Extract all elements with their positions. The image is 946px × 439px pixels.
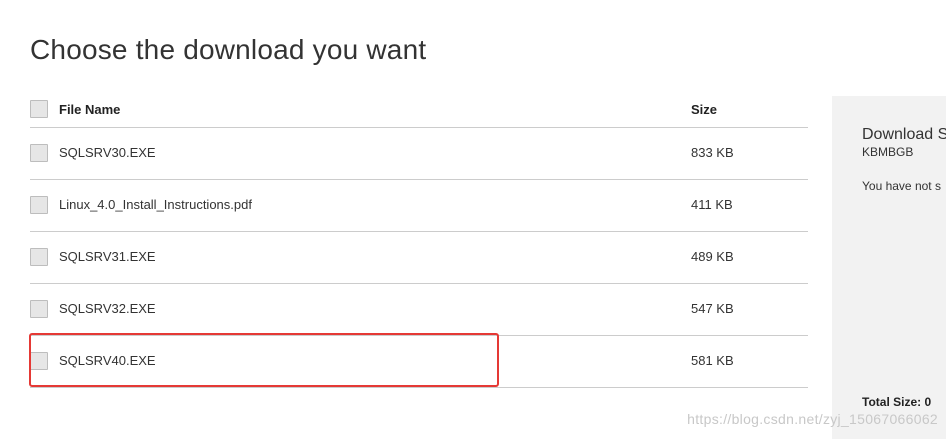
file-checkbox[interactable]	[30, 300, 48, 318]
column-header-size: Size	[691, 102, 718, 117]
file-size: 581 KB	[691, 353, 734, 368]
file-size: 489 KB	[691, 249, 734, 264]
file-name: Linux_4.0_Install_Instructions.pdf	[59, 197, 252, 212]
table-row: SQLSRV40.EXE 581 KB	[30, 336, 808, 388]
file-name: SQLSRV30.EXE	[59, 145, 156, 160]
file-checkbox[interactable]	[30, 144, 48, 162]
download-summary-panel: Download S KBMBGB You have not s Total S…	[832, 96, 946, 439]
select-all-checkbox[interactable]	[30, 100, 48, 118]
file-checkbox[interactable]	[30, 352, 48, 370]
download-table: File Name Size SQLSRV30.EXE 833 KB Linux…	[30, 92, 808, 388]
watermark: https://blog.csdn.net/zyj_15067066062	[687, 411, 938, 427]
summary-title: Download S	[862, 126, 946, 143]
file-size: 833 KB	[691, 145, 734, 160]
table-row: SQLSRV32.EXE 547 KB	[30, 284, 808, 336]
file-size: 411 KB	[691, 197, 733, 212]
table-row: SQLSRV30.EXE 833 KB	[30, 128, 808, 180]
file-name: SQLSRV32.EXE	[59, 301, 156, 316]
column-header-file-name: File Name	[59, 102, 121, 117]
summary-units: KBMBGB	[862, 145, 914, 159]
summary-message: You have not s	[862, 179, 941, 193]
total-size: Total Size: 0	[862, 395, 932, 409]
file-checkbox[interactable]	[30, 196, 48, 214]
file-checkbox[interactable]	[30, 248, 48, 266]
file-size: 547 KB	[691, 301, 734, 316]
table-row: Linux_4.0_Install_Instructions.pdf 411 K…	[30, 180, 808, 232]
table-row: SQLSRV31.EXE 489 KB	[30, 232, 808, 284]
file-name: SQLSRV40.EXE	[59, 353, 156, 368]
file-name: SQLSRV31.EXE	[59, 249, 156, 264]
page-title: Choose the download you want	[30, 34, 427, 65]
table-header: File Name Size	[30, 92, 808, 128]
